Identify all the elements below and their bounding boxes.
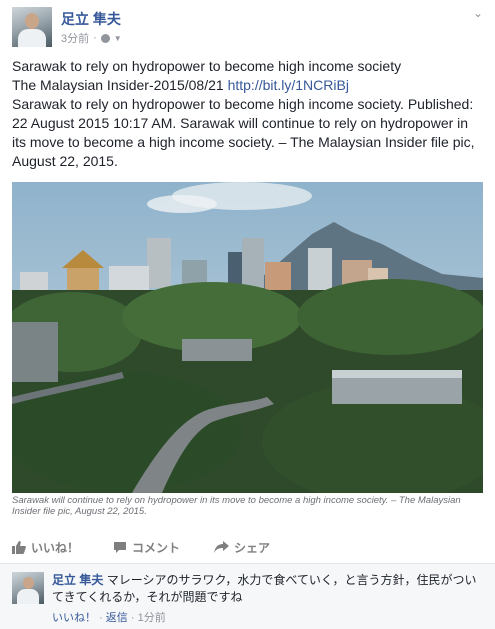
post-meta: 3分前 · ▼: [61, 30, 122, 46]
share-label: シェア: [234, 540, 271, 555]
post-text: Sarawak to rely on hydropower to become …: [12, 57, 484, 171]
comment-timestamp[interactable]: 1分前: [138, 612, 166, 624]
share-button[interactable]: シェア: [214, 539, 270, 556]
comment-text: マレーシアのサラワク，水力で食べていく，と言う方針，住民がついてきてくれるか，そ…: [52, 573, 477, 604]
post-source: The Malaysian Insider-2015/08/21: [12, 77, 228, 93]
comment-like-link[interactable]: いいね！: [52, 612, 96, 624]
post-body: Sarawak to rely on hydropower to become …: [12, 96, 475, 169]
commenter-avatar[interactable]: [12, 572, 44, 604]
comment-meta-sep-1: ·: [99, 612, 103, 624]
post-headline: Sarawak to rely on hydropower to become …: [12, 58, 402, 74]
post-source-line: The Malaysian Insider-2015/08/21 http://…: [12, 76, 484, 95]
post-link[interactable]: http://bit.ly/1NCRiBj: [228, 77, 349, 93]
author-name[interactable]: 足立 隼夫: [61, 9, 121, 29]
facebook-post: 足立 隼夫 3分前 · ▼ ⌄ Sarawak to rely on hydro…: [0, 0, 495, 629]
commenter-name[interactable]: 足立 隼夫: [52, 573, 103, 587]
photo-caption: Sarawak will continue to rely on hydropo…: [12, 495, 461, 517]
comment-meta: いいね！ · 返信 · 1分前: [52, 609, 166, 625]
thumbs-up-icon: [12, 540, 26, 554]
comment-label: コメント: [132, 540, 181, 555]
city-skyline-image: [12, 182, 483, 493]
speech-bubble-icon: [114, 541, 127, 553]
comment-button[interactable]: コメント: [113, 539, 180, 556]
comment-reply-link[interactable]: 返信: [106, 612, 128, 624]
comment-body: 足立 隼夫 マレーシアのサラワク，水力で食べていく，と言う方針，住民がついてきて…: [52, 572, 482, 606]
post-photo[interactable]: [12, 182, 483, 493]
meta-separator: ·: [93, 32, 97, 44]
author-avatar[interactable]: [12, 7, 52, 47]
privacy-caret-icon[interactable]: ▼: [114, 34, 122, 43]
globe-icon[interactable]: [100, 33, 110, 43]
comments-section: 足立 隼夫 マレーシアのサラワク，水力で食べていく，と言う方針，住民がついてきて…: [0, 563, 495, 629]
post-timestamp[interactable]: 3分前: [61, 30, 89, 46]
share-arrow-icon: [214, 541, 230, 553]
like-label: いいね！: [31, 540, 80, 555]
chevron-down-icon[interactable]: ⌄: [473, 6, 483, 20]
comment-meta-sep-2: ·: [130, 612, 135, 624]
like-button[interactable]: いいね！: [12, 539, 79, 556]
post-actions: いいね！ コメント シェア: [12, 536, 483, 558]
